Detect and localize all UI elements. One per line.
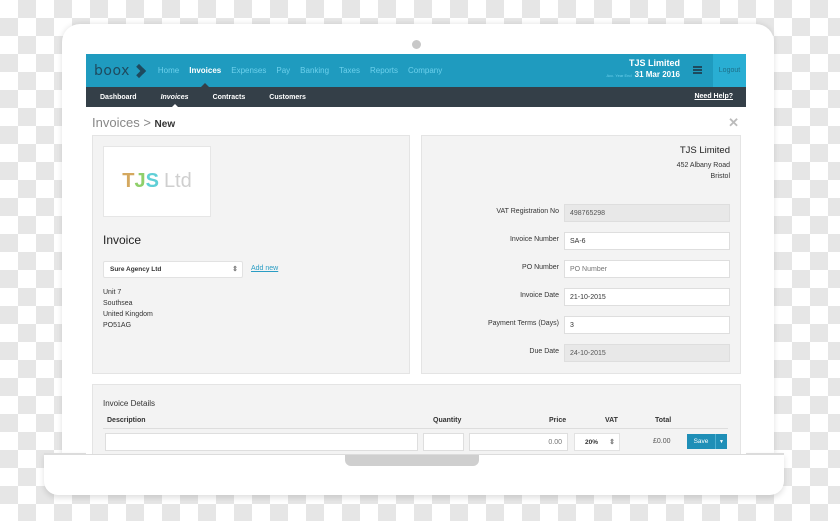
field-label: Due Date — [529, 348, 559, 355]
need-help-link[interactable]: Need Help? — [694, 93, 733, 100]
field-label: PO Number — [522, 264, 559, 271]
nav-pay[interactable]: Pay — [276, 54, 290, 87]
address-line: Unit 7 — [103, 289, 122, 296]
line-total: £0.00 — [653, 438, 671, 445]
subnav-invoices[interactable]: Invoices — [161, 87, 189, 107]
po-number-field[interactable] — [564, 260, 730, 278]
vat-registration-row: VAT Registration No — [422, 204, 742, 222]
column-description: Description — [107, 417, 146, 424]
payment-terms-field[interactable] — [564, 316, 730, 334]
boox-logo[interactable]: boox — [94, 54, 146, 87]
invoice-date-row: Invoice Date — [422, 288, 742, 306]
line-vat-select[interactable]: 20% ⇕ — [574, 433, 620, 451]
subnav-contracts[interactable]: Contracts — [213, 87, 246, 107]
due-date-row: Due Date — [422, 344, 742, 362]
sub-navigation: Dashboard Invoices Contracts Customers N… — [86, 87, 746, 107]
breadcrumb: Invoices > New — [92, 115, 175, 130]
address-line: Southsea — [103, 300, 133, 307]
line-description-input[interactable] — [105, 433, 418, 451]
logout-button[interactable]: Logout — [713, 54, 746, 87]
address-line: United Kingdom — [103, 311, 153, 318]
customer-address: Unit 7 Southsea United Kingdom PO51AG — [103, 287, 153, 331]
nav-invoices[interactable]: Invoices — [189, 54, 221, 87]
logo-letter-t: T — [122, 170, 135, 192]
logo-text: boox — [94, 62, 130, 79]
seller-address-line: 452 Albany Road — [676, 162, 730, 169]
logo-suffix: Ltd — [163, 170, 192, 192]
vat-select-value: 20% — [585, 439, 599, 446]
column-quantity: Quantity — [433, 417, 462, 424]
save-dropdown-caret-icon[interactable]: ▼ — [715, 434, 727, 449]
save-button-group: Save ▼ — [687, 434, 727, 449]
breadcrumb-parent[interactable]: Invoices — [92, 115, 140, 130]
seller-info: TJS Limited 452 Albany Road Bristol — [677, 145, 730, 182]
save-button[interactable]: Save — [687, 438, 715, 445]
header-divider — [103, 428, 728, 429]
main-nav: Home Invoices Expenses Pay Banking Taxes… — [158, 54, 452, 87]
invoice-info-panel: TJS Limited 452 Albany Road Bristol VAT … — [421, 135, 741, 374]
customer-panel: T J S Ltd Invoice Sure Agency Ltd ⇕ Add new… — [92, 135, 410, 374]
invoice-details-heading: Invoice Details — [103, 399, 156, 408]
due-date-field — [564, 344, 730, 362]
field-label: VAT Registration No — [496, 208, 559, 215]
hamburger-menu-icon[interactable] — [693, 66, 702, 74]
invoice-date-field[interactable] — [564, 288, 730, 306]
nav-reports[interactable]: Reports — [370, 54, 398, 87]
line-price-input[interactable] — [469, 433, 568, 451]
nav-expenses[interactable]: Expenses — [231, 54, 266, 87]
year-end: Acc. Year End 31 Mar 2016 — [606, 70, 680, 79]
invoice-number-row: Invoice Number — [422, 232, 742, 250]
invoice-number-field[interactable] — [564, 232, 730, 250]
add-new-customer-link[interactable]: Add new — [251, 265, 278, 272]
nav-home[interactable]: Home — [158, 54, 179, 87]
field-label: Invoice Number — [509, 236, 559, 243]
invoice-heading: Invoice — [103, 233, 142, 247]
subnav-customers[interactable]: Customers — [269, 87, 306, 107]
nav-taxes[interactable]: Taxes — [339, 54, 360, 87]
close-icon[interactable]: ✕ — [728, 115, 739, 131]
breadcrumb-current: New — [154, 119, 176, 130]
nav-banking[interactable]: Banking — [300, 54, 329, 87]
year-end-date: 31 Mar 2016 — [634, 70, 680, 79]
breadcrumb-separator: > — [143, 115, 151, 130]
column-total: Total — [655, 417, 672, 424]
company-logo: T J S Ltd — [103, 146, 211, 217]
logo-letter-s: S — [145, 170, 159, 192]
top-navigation: boox Home Invoices Expenses Pay Banking … — [86, 54, 746, 87]
payment-terms-row: Payment Terms (Days) — [422, 316, 742, 334]
year-end-label: Acc. Year End — [606, 73, 632, 78]
select-arrows-icon: ⇕ — [232, 266, 238, 273]
vat-registration-field — [564, 204, 730, 222]
field-label: Invoice Date — [520, 292, 559, 299]
customer-select-value: Sure Agency Ltd — [110, 266, 162, 273]
seller-name: TJS Limited — [679, 145, 730, 156]
address-line: PO51AG — [103, 322, 132, 329]
customer-select[interactable]: Sure Agency Ltd ⇕ — [103, 261, 243, 278]
invoice-details-panel: Invoice Details Description Quantity Pri… — [92, 384, 741, 454]
po-number-row: PO Number — [422, 260, 742, 278]
logo-letter-j: J — [134, 170, 146, 192]
camera-dot — [412, 40, 421, 49]
company-name: TJS Limited — [628, 58, 680, 68]
logo-chevron-icon — [131, 63, 146, 78]
field-label: Payment Terms (Days) — [487, 320, 559, 327]
line-quantity-input[interactable] — [423, 433, 464, 451]
column-price: Price — [549, 417, 567, 424]
laptop-notch — [345, 455, 479, 466]
company-info: TJS Limited Acc. Year End 31 Mar 2016 — [606, 58, 680, 79]
nav-company[interactable]: Company — [408, 54, 442, 87]
seller-address-line: Bristol — [710, 173, 730, 180]
subnav-dashboard[interactable]: Dashboard — [100, 87, 137, 107]
column-vat: VAT — [605, 417, 618, 424]
select-arrows-icon: ⇕ — [609, 439, 615, 446]
app-screen: boox Home Invoices Expenses Pay Banking … — [86, 54, 746, 454]
